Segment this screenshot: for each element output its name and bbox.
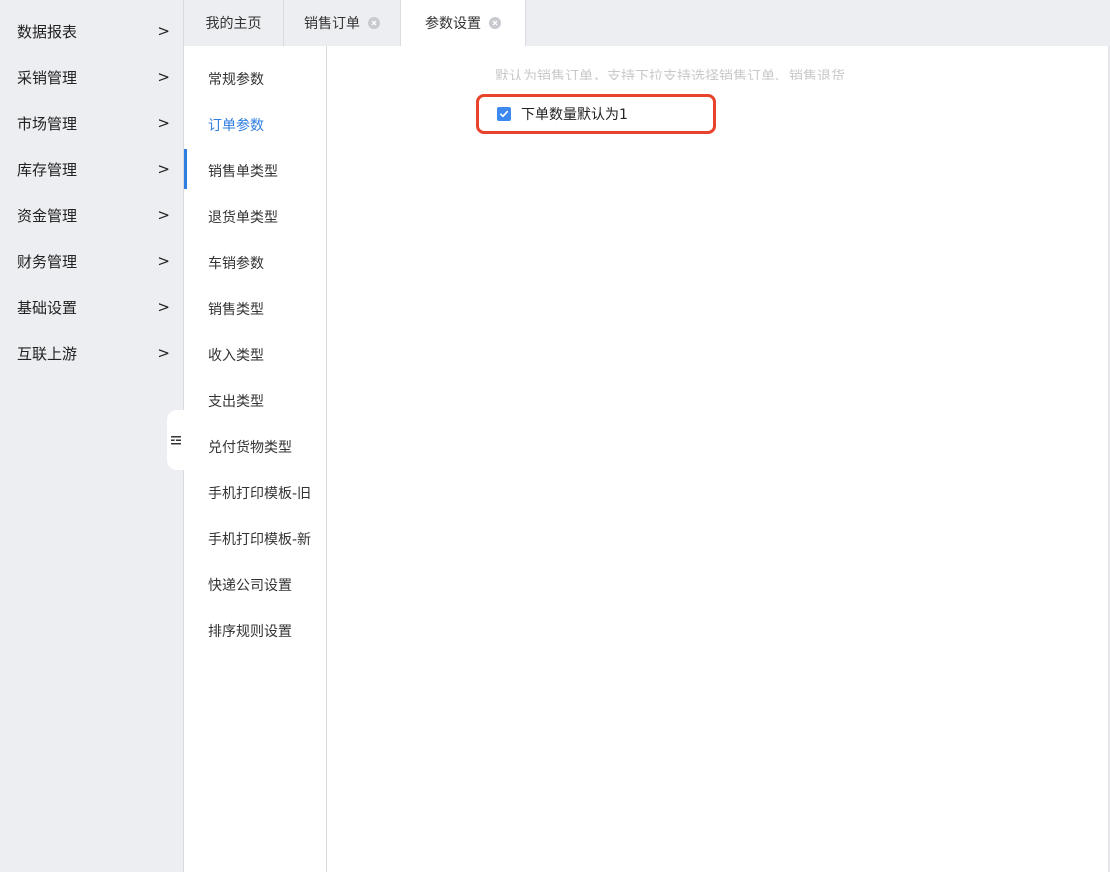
chevron-right-icon: >	[157, 114, 170, 132]
chevron-right-icon: >	[157, 344, 170, 362]
subnav-label: 快递公司设置	[208, 578, 292, 594]
sidebar-item-label: 市场管理	[17, 114, 78, 133]
sidebar-item-label: 采销管理	[17, 68, 78, 87]
subnav-label: 支出类型	[208, 394, 264, 410]
chevron-right-icon: >	[157, 206, 170, 224]
sidebar-item-funds[interactable]: 资金管理 >	[0, 192, 183, 238]
subnav-label: 销售单类型	[208, 164, 278, 180]
subnav-label: 手机打印模板-新	[208, 532, 312, 548]
subnav-item-income-type[interactable]: 收入类型	[184, 332, 326, 378]
default-quantity-checkbox[interactable]	[497, 107, 511, 121]
chevron-right-icon: >	[157, 252, 170, 270]
sidebar-item-label: 互联上游	[17, 344, 78, 363]
subnav-label: 兑付货物类型	[208, 440, 292, 456]
subnav-label: 销售类型	[208, 302, 264, 318]
main-sidebar: 数据报表 > 采销管理 > 市场管理 > 库存管理 > 资金管理 > 财务管理 …	[0, 0, 183, 872]
tab-label: 销售订单	[304, 16, 360, 32]
subnav-label: 订单参数	[208, 118, 264, 134]
sidebar-item-label: 数据报表	[17, 22, 78, 41]
subnav-item-expense-type[interactable]: 支出类型	[184, 378, 326, 424]
sidebar-item-label: 财务管理	[17, 252, 78, 271]
chevron-right-icon: >	[157, 68, 170, 86]
subnav-item-return-doc-type[interactable]: 退货单类型	[184, 194, 326, 240]
sidebar-item-label: 资金管理	[17, 206, 78, 225]
subnav-label: 排序规则设置	[208, 624, 292, 640]
close-circle-icon[interactable]	[489, 17, 501, 29]
sidebar-item-purchase-sales[interactable]: 采销管理 >	[0, 54, 183, 100]
subnav-item-sales-type[interactable]: 销售类型	[184, 286, 326, 332]
subnav-item-courier[interactable]: 快递公司设置	[184, 562, 326, 608]
sidebar-item-market[interactable]: 市场管理 >	[0, 100, 183, 146]
subnav-item-general[interactable]: 常规参数	[184, 56, 326, 102]
subnav-label: 手机打印模板-旧	[208, 486, 312, 502]
subnav-label: 退货单类型	[208, 210, 278, 226]
tab-parameter-settings[interactable]: 参数设置	[400, 0, 526, 46]
default-quantity-setting: 下单数量默认为1	[476, 94, 716, 134]
close-circle-icon[interactable]	[368, 17, 380, 29]
checkbox-label: 下单数量默认为1	[521, 107, 628, 123]
chevron-right-icon: >	[157, 298, 170, 316]
sidebar-item-finance[interactable]: 财务管理 >	[0, 238, 183, 284]
sidebar-item-basic-settings[interactable]: 基础设置 >	[0, 284, 183, 330]
sidebar-item-label: 基础设置	[17, 298, 78, 317]
tab-bar: 我的主页 销售订单 参数设置	[184, 0, 1110, 46]
tab-home[interactable]: 我的主页	[184, 0, 284, 46]
sidebar-item-upstream[interactable]: 互联上游 >	[0, 330, 183, 376]
collapse-sidebar-icon[interactable]	[167, 410, 185, 470]
subnav-item-sort-rules[interactable]: 排序规则设置	[184, 608, 326, 654]
subnav-item-mobile-print-new[interactable]: 手机打印模板-新	[184, 516, 326, 562]
subnav-item-van-sales[interactable]: 车销参数	[184, 240, 326, 286]
settings-subnav: 常规参数 订单参数 销售单类型 退货单类型 车销参数 销售类型 收入类型 支出类…	[184, 46, 326, 872]
checkmark-icon	[500, 110, 509, 118]
subnav-item-mobile-print-old[interactable]: 手机打印模板-旧	[184, 470, 326, 516]
subnav-item-sales-doc-type[interactable]: 销售单类型	[184, 148, 326, 194]
tab-label: 我的主页	[205, 16, 262, 32]
subnav-item-redemption-goods[interactable]: 兑付货物类型	[184, 424, 326, 470]
chevron-right-icon: >	[157, 22, 170, 40]
chevron-right-icon: >	[157, 160, 170, 178]
sidebar-item-inventory[interactable]: 库存管理 >	[0, 146, 183, 192]
tab-label: 参数设置	[425, 16, 481, 32]
tab-sales-orders[interactable]: 销售订单	[284, 0, 400, 46]
sidebar-item-data-reports[interactable]: 数据报表 >	[0, 8, 183, 54]
subnav-label: 常规参数	[208, 72, 264, 88]
subnav-label: 收入类型	[208, 348, 264, 364]
setting-description: 默认为销售订单，支持下拉支持选择销售订单、销售退货	[495, 69, 845, 80]
subnav-item-order[interactable]: 订单参数	[184, 102, 326, 148]
settings-content: 默认为销售订单，支持下拉支持选择销售订单、销售退货 下单数量默认为1	[327, 46, 1110, 872]
subnav-label: 车销参数	[208, 256, 264, 272]
sidebar-item-label: 库存管理	[17, 160, 78, 179]
